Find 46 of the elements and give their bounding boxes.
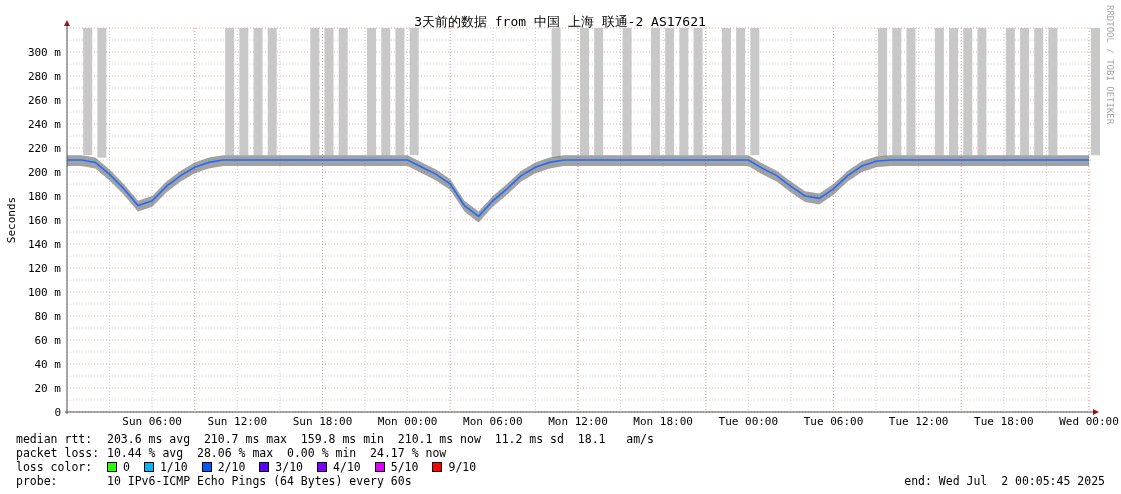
y-tick-label: 20 m: [34, 382, 61, 395]
x-tick-label: Mon 00:00: [377, 415, 438, 428]
y-tick-label: 60 m: [34, 334, 61, 347]
y-tick-label: 260 m: [27, 94, 61, 107]
legend-values: 203.6 ms avg 210.7 ms max 159.8 ms min 210.1 ms now 11.2 ms sd 18.1 am/s: [107, 432, 654, 446]
y-tick-label: 180 m: [27, 190, 61, 203]
y-tick-label: 160 m: [27, 214, 61, 227]
swatch-label: 3/10: [275, 460, 304, 474]
y-tick-label: 140 m: [27, 238, 61, 251]
credit-text: RRDTOOL / TOBI OETIKER: [1105, 5, 1115, 125]
x-tick-label: Mon 18:00: [633, 415, 693, 428]
swatch-label: 9/10: [448, 460, 477, 474]
legend-label: probe:: [16, 474, 59, 488]
swatch-label: 2/10: [217, 460, 246, 474]
y-tick-label: 300 m: [27, 46, 61, 59]
x-tick-label: Tue 12:00: [888, 415, 949, 428]
probe-text: 10 IPv6-ICMP Echo Pings (64 Bytes) every 60s: [107, 474, 412, 488]
x-tick-label: Tue 06:00: [803, 415, 864, 428]
x-tick-label: Wed 00:00: [1059, 415, 1119, 428]
y-tick-label: 240 m: [27, 118, 61, 131]
legend-label: packet loss:: [16, 446, 101, 460]
x-tick-label: Sun 06:00: [122, 415, 182, 428]
y-tick-label: 200 m: [27, 166, 61, 179]
y-tick-label: 220 m: [27, 142, 61, 155]
y-tick-label: 120 m: [27, 262, 61, 275]
y-tick-label: 40 m: [34, 358, 61, 371]
legend-label: loss color:: [16, 460, 94, 474]
y-axis-label: Seconds: [5, 196, 18, 244]
x-tick-label: Mon 12:00: [548, 415, 608, 428]
x-tick-label: Sun 12:00: [207, 415, 268, 428]
swatch-label: 5/10: [390, 460, 419, 474]
legend-values: 10.44 % avg 28.06 % max 0.00 % min 24.17 % now: [107, 446, 447, 460]
y-tick-label: 280 m: [27, 70, 61, 83]
legend-label: median rtt:: [16, 432, 94, 446]
swatch-label: 0: [123, 460, 130, 474]
end-time: end: Wed Jul 2 00:05:45 2025: [904, 474, 1105, 488]
x-tick-label: Mon 06:00: [463, 415, 523, 428]
chart-title: 3天前的数据 from 中国 上海 联通-2 AS17621: [414, 14, 706, 29]
y-tick-label: 0: [54, 406, 61, 419]
x-tick-label: Sun 18:00: [292, 415, 353, 428]
swatch-label: 4/10: [333, 460, 361, 474]
y-tick-label: 80 m: [34, 310, 61, 323]
y-tick-label: 100 m: [27, 286, 61, 299]
x-tick-label: Tue 18:00: [974, 415, 1034, 428]
swatch-label: 1/10: [159, 460, 188, 474]
x-tick-label: Tue 00:00: [718, 415, 779, 428]
